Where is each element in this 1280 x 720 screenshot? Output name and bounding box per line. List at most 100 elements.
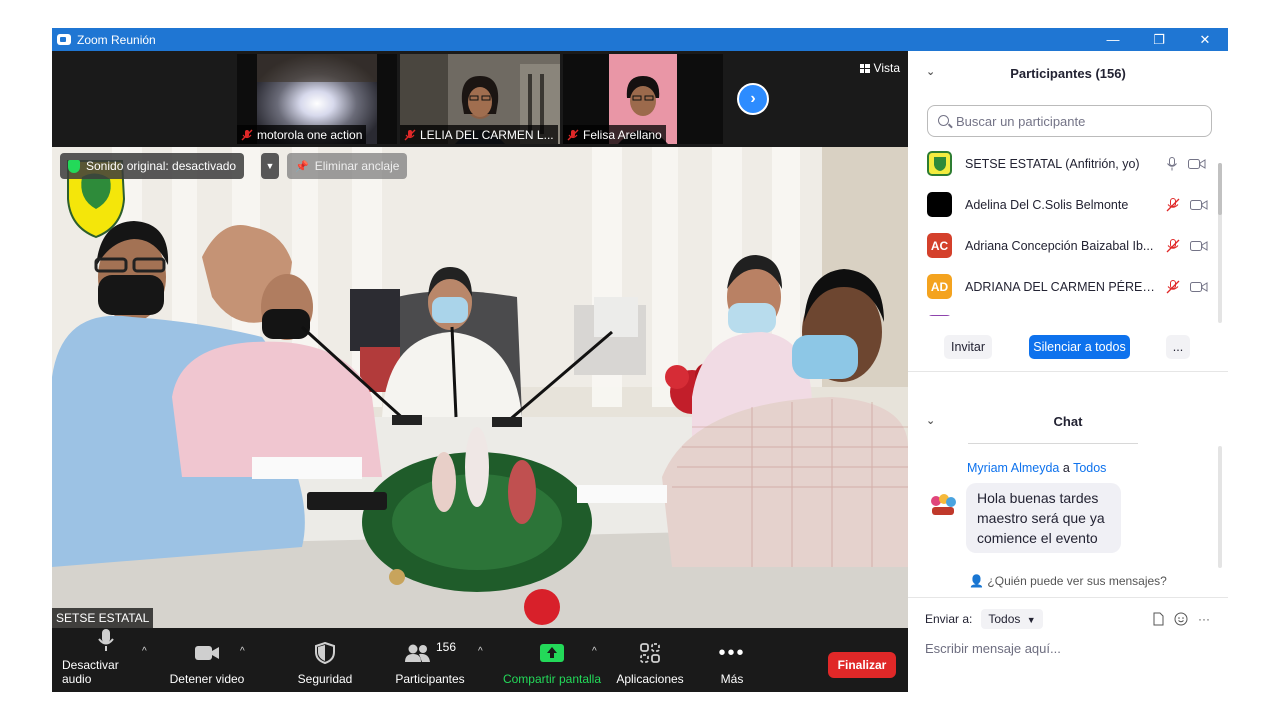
participant-actions: Invitar Silenciar a todos ... (908, 333, 1228, 363)
shield-icon (68, 159, 80, 173)
minimize-button[interactable]: — (1090, 28, 1136, 51)
chat-message-input[interactable]: Escribir mensaje aquí... (925, 641, 1061, 656)
chat-header: ⌄ Chat (908, 401, 1228, 441)
participant-thumbnail[interactable]: motorola one action (237, 54, 397, 144)
share-options-caret[interactable]: ^ (592, 646, 597, 657)
ellipsis-icon[interactable]: ··· (1198, 612, 1210, 626)
chat-title: Chat (1053, 413, 1083, 429)
video-feed (52, 147, 908, 628)
video-camera-icon[interactable] (1190, 281, 1208, 293)
participants-count: 156 (435, 640, 457, 654)
avatar (928, 489, 958, 519)
chat-scroll-track (1218, 446, 1222, 568)
mic-muted-icon[interactable] (1166, 197, 1180, 212)
participants-button[interactable]: 156 Participantes (390, 628, 470, 692)
microphone-icon[interactable] (1166, 156, 1178, 171)
participant-row[interactable]: AC Adriana Concepción Baizabal Ib... (908, 225, 1228, 266)
avatar (927, 151, 952, 176)
mute-all-button[interactable]: Silenciar a todos (1029, 335, 1130, 359)
grid-icon (859, 63, 870, 73)
file-icon[interactable] (1153, 612, 1164, 626)
close-button[interactable]: ✕ (1182, 28, 1228, 51)
participants-options-caret[interactable]: ^ (478, 646, 483, 657)
send-to-select[interactable]: Todos ▼ (981, 609, 1043, 629)
participants-icon: 156 (404, 640, 456, 666)
avatar: AC (927, 233, 952, 258)
share-screen-icon (540, 640, 564, 666)
participant-list-scrollbar[interactable] (1218, 163, 1222, 215)
participant-name: Adelina Del C.Solis Belmonte (965, 197, 1129, 212)
video-camera-icon[interactable] (1188, 158, 1206, 170)
emoji-icon[interactable] (1174, 612, 1188, 626)
next-page-button[interactable]: › (737, 83, 769, 115)
chat-divider (908, 597, 1228, 598)
participant-list: SETSE ESTATAL (Anfitrión, yo) Adelina De… (908, 143, 1228, 316)
chat-separator (968, 443, 1138, 444)
original-sound-toggle[interactable]: Sonido original: desactivado (60, 153, 245, 179)
more-button[interactable]: ••• Más (708, 628, 756, 692)
who-can-see-link[interactable]: 👤 ¿Quién puede ver sus mensajes? (908, 574, 1228, 588)
unpin-button[interactable]: 📌 Eliminar anclaje (287, 153, 408, 179)
end-meeting-button[interactable]: Finalizar (828, 652, 896, 678)
chevron-right-icon: › (750, 90, 756, 107)
mute-audio-button[interactable]: Desactivar audio (62, 628, 150, 692)
video-camera-icon[interactable] (1190, 199, 1208, 211)
participant-row[interactable] (908, 307, 1228, 316)
thumbnail-strip: motorola one action LELIA DEL CARMEN L..… (52, 51, 908, 147)
thumbnail-name: Felisa Arellano (563, 125, 666, 144)
mic-muted-icon (404, 129, 416, 140)
person-icon: 👤 (969, 574, 985, 588)
participant-thumbnail[interactable]: LELIA DEL CARMEN L... (400, 54, 560, 144)
sound-options-dropdown[interactable]: ▼ (261, 153, 279, 179)
participant-row[interactable]: SETSE ESTATAL (Anfitrión, yo) (908, 143, 1228, 184)
mic-muted-icon[interactable] (1166, 238, 1180, 253)
participant-row[interactable]: AD ADRIANA DEL CARMEN PÉREZ ... (908, 266, 1228, 307)
message-sender[interactable]: Myriam Almeyda (967, 461, 1059, 475)
main-video[interactable]: Sonido original: desactivado ▼ 📌 Elimina… (52, 147, 908, 628)
zoom-window: Zoom Reunión — ❐ ✕ motorola one action L… (52, 28, 1228, 692)
audio-options-caret[interactable]: ^ (142, 646, 147, 657)
chevron-down-icon[interactable]: ⌄ (926, 414, 935, 427)
window-title: Zoom Reunión (77, 32, 156, 47)
stop-video-button[interactable]: Detener video (164, 628, 250, 692)
side-panel: ⌄ Participantes (156) Buscar un particip… (908, 51, 1228, 692)
apps-icon (640, 640, 660, 666)
restore-button[interactable]: ❐ (1136, 28, 1182, 51)
security-button[interactable]: Seguridad (290, 628, 360, 692)
mic-muted-icon[interactable] (1166, 279, 1180, 294)
mic-muted-icon (241, 129, 253, 140)
participants-header: ⌄ Participantes (156) (908, 51, 1228, 95)
pin-icon: 📌 (295, 160, 309, 173)
participant-thumbnail[interactable]: Felisa Arellano (563, 54, 723, 144)
invite-button[interactable]: Invitar (944, 335, 992, 359)
participants-more-button[interactable]: ... (1166, 335, 1190, 359)
chat-tools: ··· (1153, 612, 1210, 626)
window-controls: — ❐ ✕ (1090, 28, 1228, 51)
chevron-down-icon[interactable]: ⌄ (926, 65, 935, 78)
panel-divider (908, 371, 1228, 372)
avatar (927, 192, 952, 217)
message-bubble: Hola buenas tardes maestro será que ya c… (966, 483, 1121, 553)
participant-name: Adriana Concepción Baizabal Ib... (965, 238, 1154, 253)
apps-button[interactable]: Aplicaciones (614, 628, 686, 692)
message-header: Myriam Almeyda a Todos (967, 461, 1107, 475)
participant-name: SETSE ESTATAL (Anfitrión, yo) (965, 156, 1140, 171)
video-options-caret[interactable]: ^ (240, 646, 245, 657)
zoom-logo-icon (57, 34, 71, 45)
participants-title: Participantes (156) (1010, 65, 1126, 81)
participant-search-input[interactable]: Buscar un participante (927, 105, 1212, 137)
view-button[interactable]: Vista (859, 61, 900, 75)
thumbnail-name: LELIA DEL CARMEN L... (400, 125, 558, 144)
shield-icon (315, 640, 335, 666)
participant-row[interactable]: Adelina Del C.Solis Belmonte (908, 184, 1228, 225)
microphone-icon (97, 628, 115, 652)
video-camera-icon[interactable] (1190, 240, 1208, 252)
participant-name: ADRIANA DEL CARMEN PÉREZ ... (965, 279, 1161, 294)
video-area: motorola one action LELIA DEL CARMEN L..… (52, 51, 908, 628)
video-camera-icon (194, 640, 220, 666)
avatar: AD (927, 274, 952, 299)
share-screen-button[interactable]: Compartir pantalla (500, 628, 604, 692)
title-bar: Zoom Reunión — ❐ ✕ (52, 28, 1228, 51)
meeting-toolbar: Desactivar audio ^ Detener video ^ Segur… (52, 628, 908, 692)
search-icon (938, 115, 949, 126)
